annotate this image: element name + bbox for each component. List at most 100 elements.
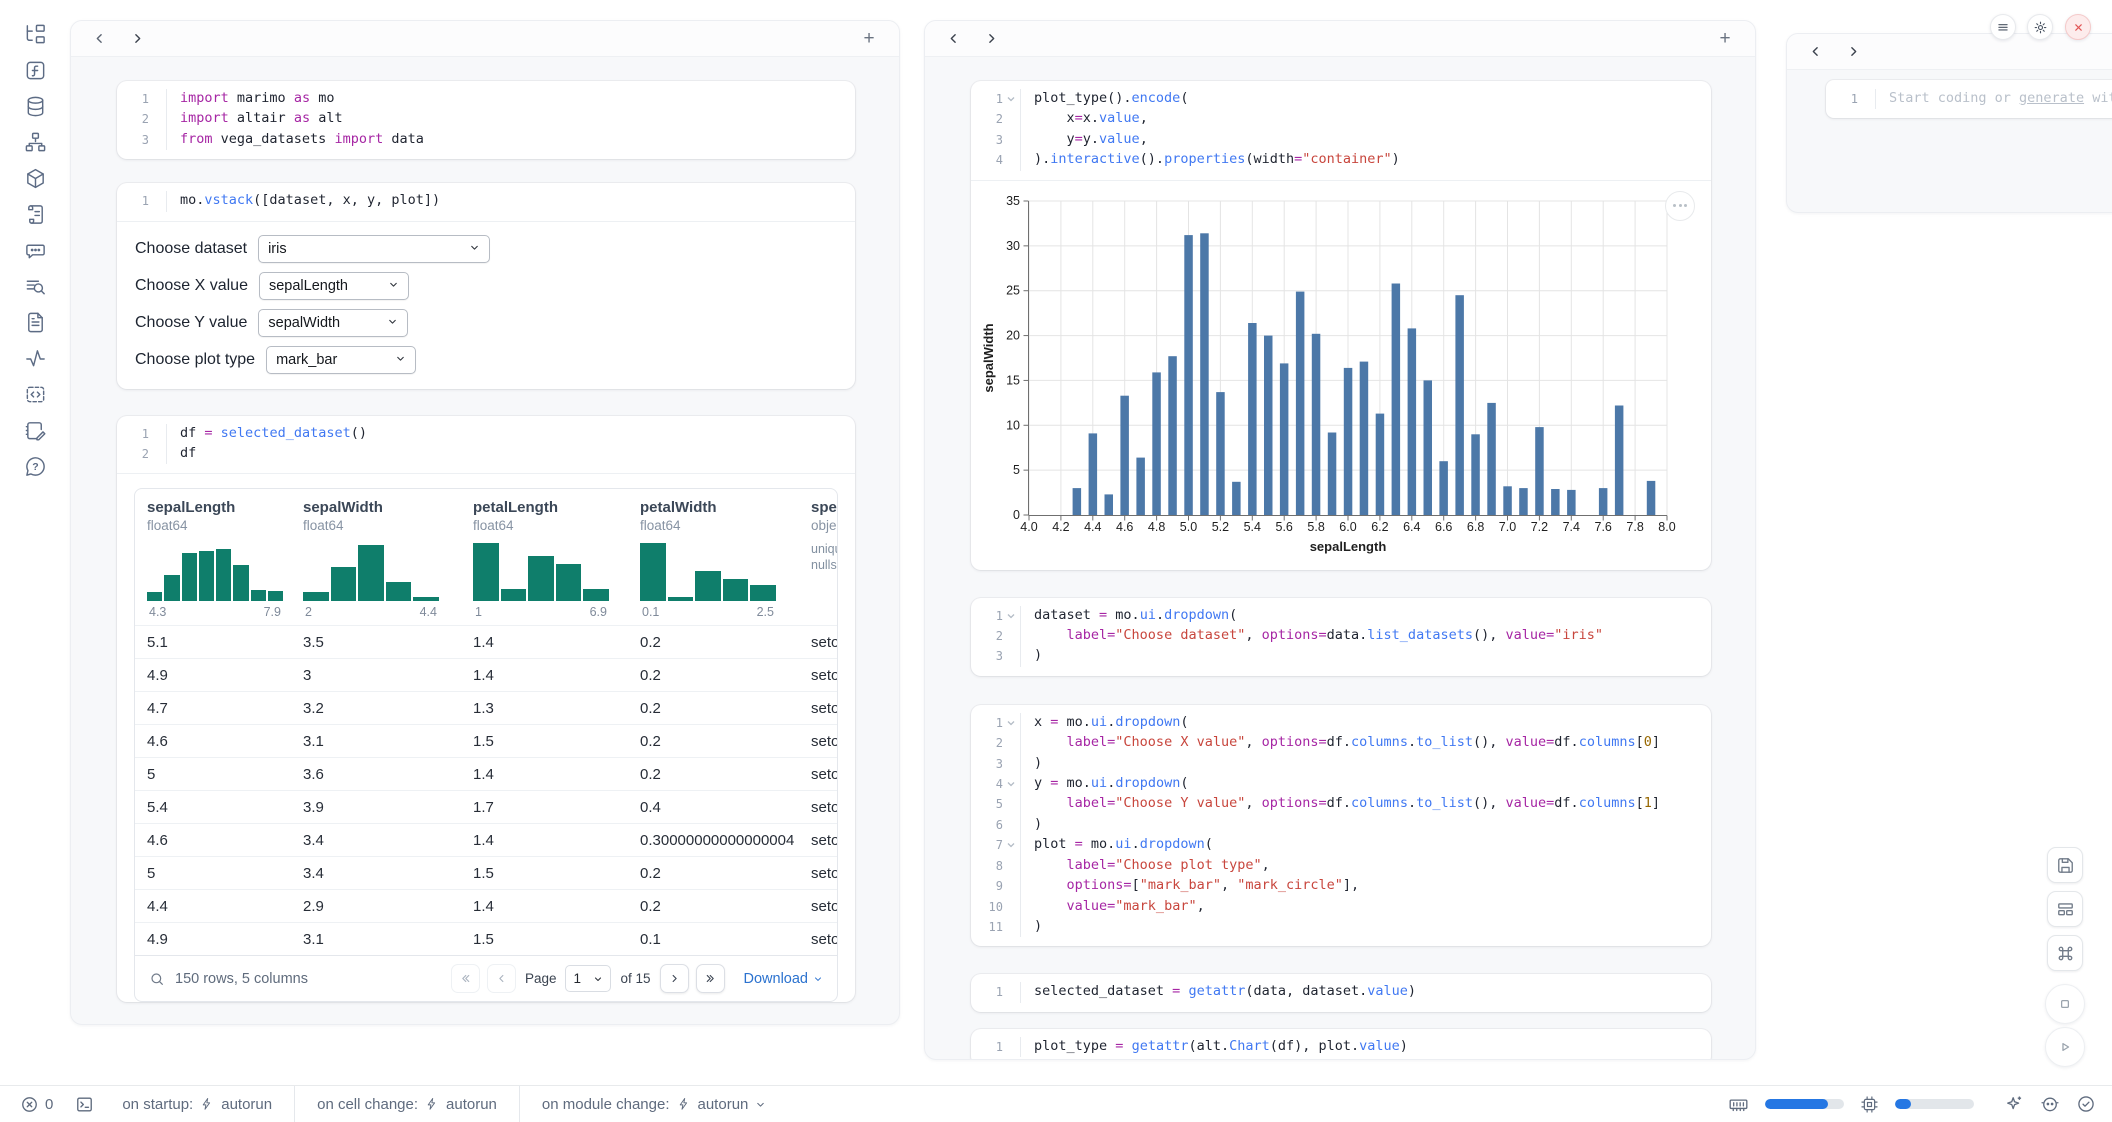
code-text[interactable]: df = selected_dataset() — [166, 424, 855, 444]
code-editor[interactable]: 1plot_type = getattr(alt.Chart(df), plot… — [971, 1029, 1711, 1060]
code-editor-placeholder[interactable]: Start coding or generate with AI. — [1875, 89, 2112, 109]
keyboard-shortcuts-button[interactable] — [2047, 935, 2083, 971]
memory-usage-bar[interactable] — [1765, 1099, 1844, 1109]
altair-bar-chart[interactable]: 4.04.24.44.64.85.05.25.45.65.86.06.26.46… — [979, 189, 1711, 564]
column-header-petalLength[interactable]: petalLengthfloat6416.9 — [461, 489, 628, 625]
code-text[interactable]: import altair as alt — [166, 109, 855, 129]
table-row[interactable]: 4.931.40.2setosa — [135, 658, 837, 691]
chart-svg[interactable]: 4.04.24.44.64.85.05.25.45.65.86.06.26.46… — [979, 189, 1679, 559]
code-text[interactable]: plot_type = getattr(alt.Chart(df), plot.… — [1020, 1037, 1711, 1057]
table-row[interactable]: 4.63.11.50.2setosa — [135, 724, 837, 757]
last-page-button[interactable] — [696, 964, 725, 993]
code-text[interactable]: from vega_datasets import data — [166, 130, 855, 150]
first-page-button[interactable] — [451, 964, 480, 993]
column-header-sepalWidth[interactable]: sepalWidthfloat6424.4 — [291, 489, 461, 625]
help-icon[interactable]: ? — [23, 454, 47, 478]
code-editor[interactable]: 1x = mo.ui.dropdown(2 label="Choose X va… — [971, 705, 1711, 946]
code-text[interactable]: df — [166, 444, 855, 464]
chart-options-button[interactable] — [1665, 191, 1695, 221]
code-text[interactable]: x = mo.ui.dropdown( — [1020, 713, 1711, 733]
column-left-icon[interactable] — [1803, 40, 1827, 64]
choose-x-value-select[interactable]: sepalLength — [259, 272, 409, 300]
page-select[interactable]: 1 — [565, 965, 611, 992]
column-left-icon[interactable] — [941, 27, 965, 51]
save-button[interactable] — [2047, 847, 2083, 883]
code-text[interactable]: ) — [1020, 917, 1711, 937]
stop-button[interactable] — [2045, 984, 2085, 1024]
code-text[interactable]: plot = mo.ui.dropdown( — [1020, 835, 1711, 855]
add-cell-button[interactable]: + — [1713, 27, 1737, 51]
fold-chevron-icon[interactable] — [1003, 713, 1018, 733]
on-module-change-setting[interactable]: on module change: autorun — [520, 1086, 788, 1122]
search-logs-icon[interactable] — [23, 274, 47, 298]
functions-icon[interactable] — [23, 58, 47, 82]
table-row[interactable]: 4.93.11.50.1setosa — [135, 922, 837, 955]
tracing-icon[interactable] — [23, 346, 47, 370]
table-row[interactable]: 4.42.91.40.2setosa — [135, 889, 837, 922]
code-text[interactable]: ).interactive().properties(width="contai… — [1020, 150, 1711, 170]
documentation-icon[interactable] — [23, 310, 47, 334]
column-right-icon[interactable] — [125, 27, 149, 51]
on-startup-setting[interactable]: on startup: autorun — [100, 1086, 294, 1122]
scripts-icon[interactable] — [23, 202, 47, 226]
code-editor[interactable]: 1plot_type().encode(2 x=x.value,3 y=y.va… — [971, 81, 1711, 180]
menu-button[interactable] — [1990, 14, 2016, 40]
choose-y-value-select[interactable]: sepalWidth — [258, 309, 408, 337]
code-text[interactable]: x=x.value, — [1020, 109, 1711, 129]
on-cell-change-setting[interactable]: on cell change: autorun — [295, 1086, 519, 1122]
scratchpad-icon[interactable] — [23, 418, 47, 442]
add-cell-button[interactable]: + — [857, 27, 881, 51]
connection-status-icon[interactable] — [2076, 1094, 2096, 1114]
code-editor[interactable]: 1selected_dataset = getattr(data, datase… — [971, 974, 1711, 1011]
code-text[interactable]: label="Choose X value", options=df.colum… — [1020, 733, 1711, 753]
column-header-species[interactable]: speciesobjectuniquenulls: — [799, 489, 837, 625]
choose-plot-type-select[interactable]: mark_bar — [266, 346, 416, 374]
table-row[interactable]: 5.13.51.40.2setosa — [135, 625, 837, 658]
column-left-icon[interactable] — [87, 27, 111, 51]
code-text[interactable]: label="Choose dataset", options=data.lis… — [1020, 626, 1711, 646]
column-header-sepalLength[interactable]: sepalLengthfloat644.37.9 — [135, 489, 291, 625]
code-text[interactable]: value="mark_bar", — [1020, 897, 1711, 917]
column-right-icon[interactable] — [1841, 40, 1865, 64]
choose-dataset-select[interactable]: iris — [258, 235, 490, 263]
download-button[interactable]: Download — [744, 971, 824, 987]
chat-bot-icon[interactable] — [23, 238, 47, 262]
table-row[interactable]: 4.73.21.30.2setosa — [135, 691, 837, 724]
snippets-icon[interactable] — [23, 382, 47, 406]
code-text[interactable]: options=["mark_bar", "mark_circle"], — [1020, 876, 1711, 896]
database-icon[interactable] — [23, 94, 47, 118]
shutdown-button[interactable] — [2065, 14, 2091, 40]
table-row[interactable]: 53.41.50.2setosa — [135, 856, 837, 889]
code-text[interactable]: mo.vstack([dataset, x, y, plot]) — [166, 191, 855, 211]
dependency-graph-icon[interactable] — [23, 130, 47, 154]
file-tree-icon[interactable] — [23, 22, 47, 46]
next-page-button[interactable] — [660, 964, 689, 993]
code-text[interactable]: y = mo.ui.dropdown( — [1020, 774, 1711, 794]
table-row[interactable]: 53.61.40.2setosa — [135, 757, 837, 790]
error-counter[interactable]: 0 — [20, 1095, 53, 1114]
table-row[interactable]: 5.43.91.70.4setosa — [135, 790, 837, 823]
search-icon[interactable] — [149, 971, 165, 987]
column-right-icon[interactable] — [979, 27, 1003, 51]
fold-chevron-icon[interactable] — [1003, 606, 1018, 626]
prev-page-button[interactable] — [487, 964, 516, 993]
code-text[interactable]: ) — [1020, 754, 1711, 774]
layout-button[interactable] — [2047, 891, 2083, 927]
code-text[interactable]: label="Choose Y value", options=df.colum… — [1020, 794, 1711, 814]
fold-chevron-icon[interactable] — [1003, 89, 1018, 109]
cpu-usage-bar[interactable] — [1895, 1099, 1974, 1109]
code-text[interactable]: plot_type().encode( — [1020, 89, 1711, 109]
ai-sparkle-icon[interactable] — [2004, 1094, 2024, 1114]
fold-chevron-icon[interactable] — [1003, 774, 1018, 794]
code-text[interactable]: label="Choose plot type", — [1020, 856, 1711, 876]
code-editor[interactable]: 1dataset = mo.ui.dropdown(2 label="Choos… — [971, 598, 1711, 676]
code-text[interactable]: dataset = mo.ui.dropdown( — [1020, 606, 1711, 626]
code-editor[interactable]: 1mo.vstack([dataset, x, y, plot]) — [117, 183, 855, 220]
code-text[interactable]: ) — [1020, 815, 1711, 835]
code-text[interactable]: import marimo as mo — [166, 89, 855, 109]
generate-with-ai-link[interactable]: generate — [2019, 90, 2084, 106]
packages-icon[interactable] — [23, 166, 47, 190]
terminal-button[interactable] — [75, 1095, 94, 1114]
run-button[interactable] — [2045, 1027, 2085, 1067]
code-editor[interactable]: 1import marimo as mo2import altair as al… — [117, 81, 855, 159]
